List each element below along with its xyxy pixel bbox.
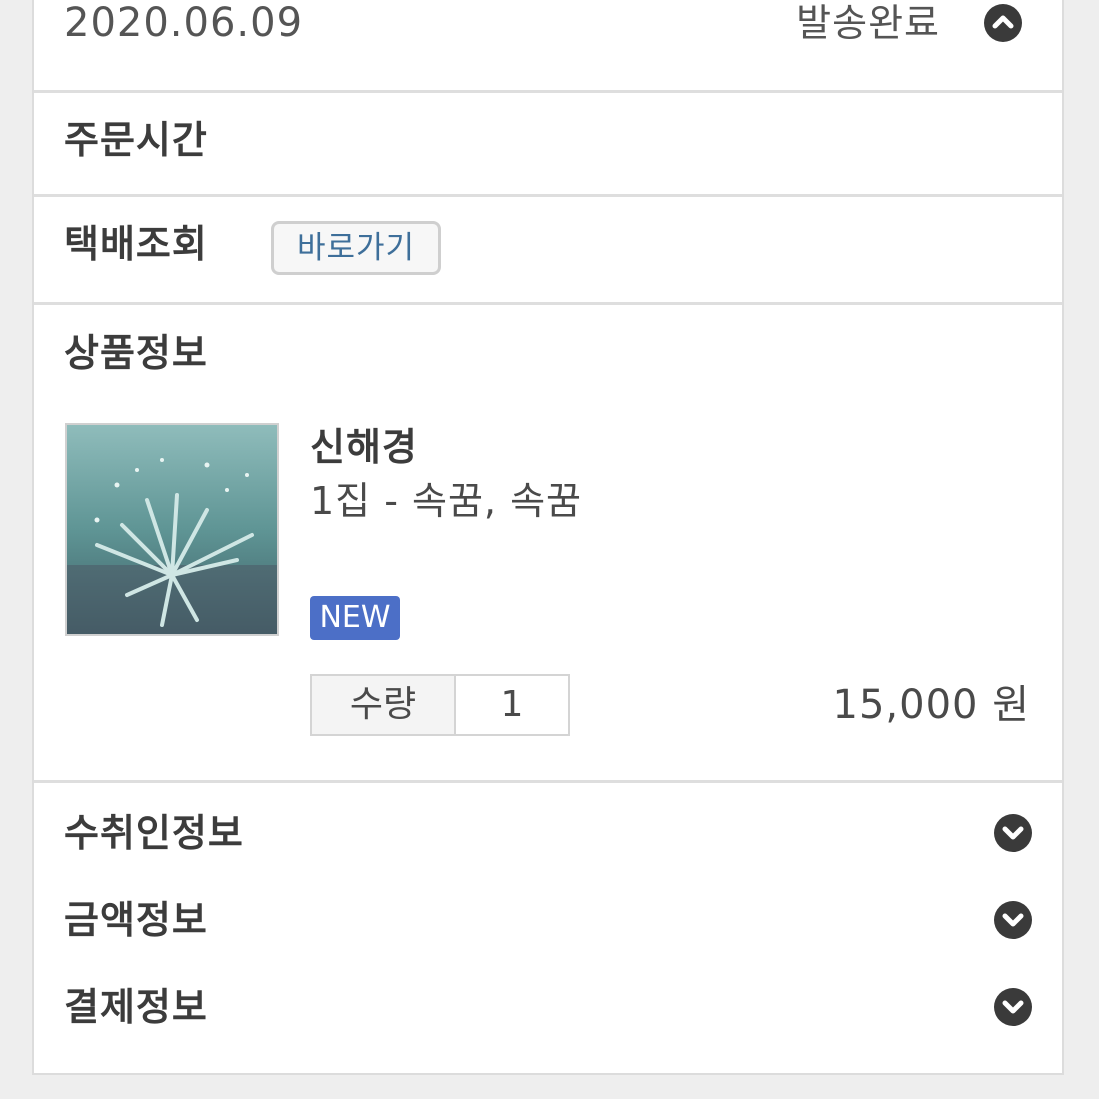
product-info-label: 상품정보 bbox=[64, 331, 208, 375]
recipient-info-label: 수취인정보 bbox=[64, 811, 244, 855]
amount-info-toggle[interactable]: 금액정보 bbox=[34, 887, 1062, 957]
new-badge: NEW bbox=[310, 596, 400, 640]
order-date: 2020.06.09 bbox=[64, 0, 304, 46]
quantity-box: 수량 1 bbox=[310, 674, 570, 736]
quantity-value: 1 bbox=[456, 674, 570, 736]
album-cover-image bbox=[65, 423, 279, 636]
chevron-down-circle-icon[interactable] bbox=[994, 901, 1032, 939]
tracking-shortcut-button[interactable]: 바로가기 bbox=[271, 221, 441, 275]
tracking-label: 택배조회 bbox=[64, 222, 208, 266]
product-price: 15,000 원 bbox=[832, 682, 1030, 728]
payment-info-toggle[interactable]: 결제정보 bbox=[34, 974, 1062, 1044]
order-status: 발송완료 bbox=[796, 1, 940, 45]
recipient-info-toggle[interactable]: 수취인정보 bbox=[34, 800, 1062, 870]
product-name[interactable]: 신해경 bbox=[310, 424, 418, 470]
amount-info-label: 금액정보 bbox=[64, 898, 208, 942]
chevron-down-circle-icon[interactable] bbox=[994, 988, 1032, 1026]
order-time-row: 주문시간 bbox=[34, 93, 1062, 193]
order-detail-card: 2020.06.09 발송완료 주문시간 택배조회 바로가기 상품정보 신해경 … bbox=[32, 0, 1064, 1075]
chevron-up-circle-icon[interactable] bbox=[984, 4, 1022, 42]
payment-info-label: 결제정보 bbox=[64, 985, 208, 1029]
chevron-down-circle-icon[interactable] bbox=[994, 814, 1032, 852]
tracking-row: 택배조회 bbox=[34, 197, 1062, 301]
divider bbox=[34, 302, 1062, 305]
order-header[interactable]: 2020.06.09 발송완료 bbox=[34, 0, 1062, 90]
divider bbox=[34, 780, 1062, 783]
order-time-label: 주문시간 bbox=[64, 118, 208, 162]
product-option: 1집 - 속꿈, 속꿈 bbox=[310, 479, 583, 523]
quantity-label: 수량 bbox=[310, 674, 456, 736]
